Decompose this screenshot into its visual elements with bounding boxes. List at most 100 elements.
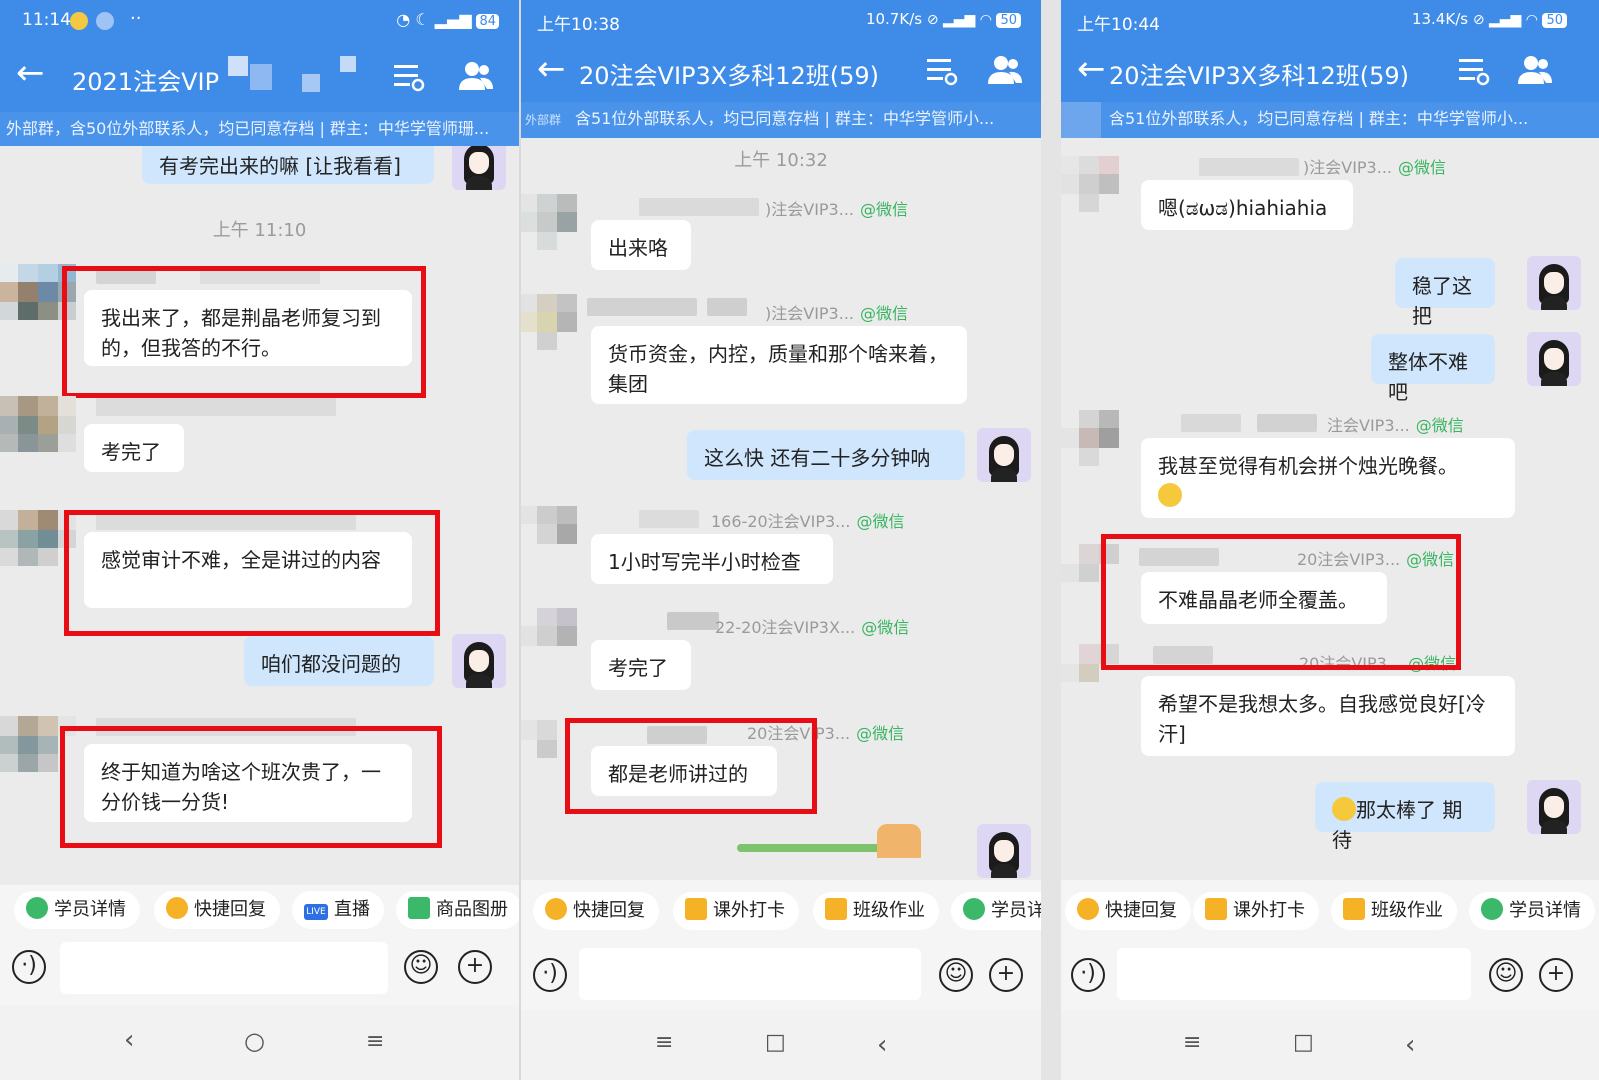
homework-icon bbox=[1343, 898, 1365, 920]
student-icon bbox=[26, 897, 48, 919]
self-avatar bbox=[977, 428, 1031, 482]
quick-reply-icon bbox=[166, 897, 188, 919]
group-info: 外部群，含50位外部联系人，均已同意存档 | 群主：中华学管师珊... bbox=[0, 112, 519, 146]
message-bubble: 嗯(ಡωಡ)hiahiahia bbox=[1141, 180, 1353, 230]
status-time: 上午10:44 bbox=[1077, 15, 1160, 35]
message-bubble: 那太棒了 期待 bbox=[1315, 782, 1495, 852]
chat-title: 20注会VIP3X多科12班(59) bbox=[1109, 62, 1410, 90]
thumbs-up-sticker bbox=[877, 824, 921, 858]
nav-home-icon[interactable]: □ bbox=[1293, 1030, 1314, 1055]
panel-divider bbox=[1041, 0, 1061, 1080]
self-avatar bbox=[1527, 256, 1581, 310]
emoji-icon[interactable]: ☺ bbox=[404, 950, 438, 984]
nav-back-icon[interactable]: ‹ bbox=[877, 1030, 887, 1060]
message-bubble: 货币资金，内控，质量和那个啥来着，集团 bbox=[591, 326, 967, 404]
chat-title: 20注会VIP3X多科12班(59) bbox=[579, 62, 880, 90]
quick-toolbar: 快捷回复 课外打卡 班级作业 学员详 bbox=[521, 880, 1041, 940]
nav-recent-icon[interactable]: ≡ bbox=[655, 1030, 673, 1055]
emoji-icon[interactable]: ☺ bbox=[939, 958, 973, 992]
toolbar-student-details[interactable]: 学员详 bbox=[951, 892, 1041, 930]
self-avatar bbox=[977, 824, 1031, 878]
telegram-icon bbox=[96, 12, 114, 30]
toolbar-quick-reply[interactable]: 快捷回复 bbox=[533, 892, 659, 930]
toolbar-homework[interactable]: 班级作业 bbox=[813, 892, 939, 930]
sender-name bbox=[1181, 414, 1241, 432]
toolbar-homework[interactable]: 班级作业 bbox=[1331, 892, 1457, 930]
sender-name bbox=[587, 298, 697, 316]
back-arrow-icon[interactable]: ← bbox=[16, 56, 45, 90]
toolbar-checkin[interactable]: 课外打卡 bbox=[673, 892, 799, 930]
toolbar-student-details[interactable]: 学员详情 bbox=[14, 891, 140, 929]
message-input[interactable] bbox=[1117, 948, 1471, 1000]
toolbar-quick-reply[interactable]: 快捷回复 bbox=[1065, 892, 1191, 930]
emoji-icon[interactable]: ☺ bbox=[1489, 958, 1523, 992]
group-info: 含51位外部联系人，均已同意存档 | 群主：中华学管师小... bbox=[1061, 102, 1599, 138]
quick-reply-icon bbox=[1077, 898, 1099, 920]
sender-name bbox=[707, 298, 747, 316]
live-icon: LIVE bbox=[304, 904, 328, 920]
nav-recent-icon[interactable]: ≡ bbox=[1183, 1030, 1201, 1055]
notification-icon bbox=[70, 12, 88, 30]
album-icon bbox=[408, 897, 430, 919]
group-info: 外部群 含51位外部联系人，均已同意存档 | 群主：中华学管师小... bbox=[521, 102, 1041, 138]
sender-name bbox=[639, 510, 699, 528]
back-arrow-icon[interactable]: ← bbox=[537, 52, 566, 86]
toolbar-live[interactable]: LIVE 直播 bbox=[292, 891, 384, 929]
chat-screen-1: 11:14 ·· ◔ ☾ ▂▄▆ 84 ← 2021注会VIP 外部群，含50位… bbox=[0, 0, 519, 1080]
nav-recent-icon[interactable]: ≡ bbox=[366, 1029, 384, 1054]
status-right: ◔ ☾ ▂▄▆ 84 bbox=[396, 10, 499, 29]
members-icon[interactable] bbox=[987, 54, 1023, 86]
voice-icon[interactable]: ·) bbox=[1071, 958, 1105, 992]
nav-back-icon[interactable]: ‹ bbox=[124, 1025, 134, 1055]
voice-icon[interactable]: ·) bbox=[533, 958, 567, 992]
nav-home-icon[interactable]: ○ bbox=[244, 1027, 265, 1055]
toolbar-student-details[interactable]: 学员详情 bbox=[1469, 892, 1595, 930]
menu-icon[interactable] bbox=[1457, 56, 1491, 86]
status-bar: 11:14 ·· ◔ ☾ ▂▄▆ 84 bbox=[0, 0, 519, 40]
sender-name bbox=[1257, 414, 1317, 432]
message-bubble: 出来咯 bbox=[591, 220, 691, 270]
members-icon[interactable] bbox=[458, 60, 494, 92]
input-bar: ·) ☺ + bbox=[0, 935, 519, 1005]
plus-icon[interactable]: + bbox=[989, 958, 1023, 992]
menu-icon[interactable] bbox=[392, 62, 426, 92]
input-bar: ·) ☺ + bbox=[1061, 940, 1599, 1010]
voice-icon[interactable]: ·) bbox=[12, 950, 46, 984]
plus-icon[interactable]: + bbox=[458, 950, 492, 984]
message-bubble: 咱们都没问题的 bbox=[244, 636, 434, 686]
plus-icon[interactable]: + bbox=[1539, 958, 1573, 992]
quick-reply-icon bbox=[545, 898, 567, 920]
message-bubble: 整体不难吧 bbox=[1371, 334, 1495, 404]
sender-name: 注会VIP3... @微信 bbox=[1327, 416, 1464, 435]
nav-back-icon[interactable]: ‹ bbox=[1405, 1030, 1415, 1060]
highlight-box bbox=[62, 266, 426, 398]
toolbar-quick-reply[interactable]: 快捷回复 bbox=[154, 891, 280, 929]
status-right: 10.7K/s ⊘ ▂▄▆ ◠ 50 bbox=[866, 10, 1021, 28]
menu-icon[interactable] bbox=[925, 56, 959, 86]
system-nav-bar: ≡ □ ‹ bbox=[1061, 1010, 1599, 1080]
system-nav-bar: ‹ ○ ≡ bbox=[0, 1005, 519, 1080]
message-list: )注会VIP3... @微信 嗯(ಡωಡ)hiahiahia 稳了这把 整体不难吧… bbox=[1061, 138, 1599, 885]
back-arrow-icon[interactable]: ← bbox=[1077, 52, 1106, 86]
message-bubble: 希望不是我想太多。自我感觉良好[冷汗] bbox=[1141, 676, 1515, 756]
title-bar: ← 2021注会VIP bbox=[0, 40, 519, 112]
homework-icon bbox=[825, 898, 847, 920]
toolbar-checkin[interactable]: 课外打卡 bbox=[1193, 892, 1319, 930]
highlight-box bbox=[1101, 534, 1461, 670]
more-dots-icon: ·· bbox=[130, 8, 142, 29]
quick-toolbar: 学员详情 快捷回复 LIVE 直播 商品图册 bbox=[0, 885, 519, 935]
nav-home-icon[interactable]: □ bbox=[765, 1030, 786, 1055]
self-avatar bbox=[1527, 332, 1581, 386]
toolbar-product-album[interactable]: 商品图册 bbox=[396, 891, 519, 929]
checkin-icon bbox=[1205, 898, 1227, 920]
timestamp: 上午 11:10 bbox=[212, 220, 307, 241]
highlight-box bbox=[64, 510, 440, 636]
members-icon[interactable] bbox=[1517, 54, 1553, 86]
chat-screen-2: 上午10:38 10.7K/s ⊘ ▂▄▆ ◠ 50 ← 20注会VIP3X多科… bbox=[521, 0, 1041, 1080]
self-avatar bbox=[1527, 780, 1581, 834]
message-input[interactable] bbox=[579, 948, 921, 1000]
message-bubble: 1小时写完半小时检查 bbox=[591, 534, 833, 584]
message-bubble: 我甚至觉得有机会拼个烛光晚餐。 bbox=[1141, 438, 1515, 518]
message-input[interactable] bbox=[60, 942, 388, 994]
checkin-icon bbox=[685, 898, 707, 920]
